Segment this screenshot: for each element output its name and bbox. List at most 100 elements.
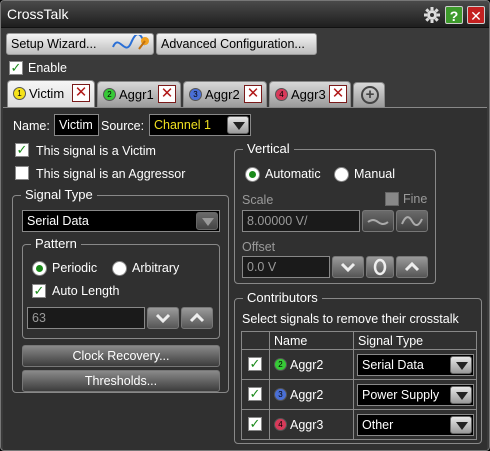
thresholds-label: Thresholds... <box>84 374 158 388</box>
auto-length-checkbox[interactable]: ✓ <box>32 284 46 298</box>
name-label: Name: <box>13 119 50 133</box>
enable-checkbox[interactable]: ✓ <box>9 61 23 75</box>
contributor-name: Aggr2 <box>290 358 324 372</box>
fine-checkbox[interactable] <box>385 192 399 206</box>
advanced-configuration-button[interactable]: Advanced Configuration... <box>156 33 317 55</box>
name-input[interactable]: Victim <box>54 114 99 136</box>
fine-label: Fine <box>403 192 428 206</box>
signal-type-group: Signal Type Serial Data Pattern Periodic… <box>12 187 229 393</box>
contributor-signal-type-select[interactable]: Power Supply <box>357 384 474 406</box>
remove-victim-icon[interactable]: ✕ <box>72 84 90 102</box>
contributor-signal-type-value: Power Supply <box>362 388 440 402</box>
window-title: CrossTalk <box>7 6 69 22</box>
chevron-down-icon <box>340 262 356 273</box>
contributor-name: Aggr3 <box>290 418 324 432</box>
source-label: Source: <box>101 119 145 133</box>
aggr3-marker-icon: 4 <box>275 88 288 101</box>
vertical-title: Vertical <box>243 141 294 156</box>
tab-aggr3[interactable]: 4 Aggr3 ✕ <box>269 81 351 107</box>
contributor-name: Aggr2 <box>290 388 324 402</box>
tab-aggr2-label: Aggr2 <box>205 87 240 102</box>
table-row: ✓ 2 Aggr2 Serial Data <box>241 349 477 380</box>
close-icon[interactable]: ✕ <box>467 6 485 24</box>
signal-type-value: Serial Data <box>27 214 89 228</box>
contributor-checkbox[interactable]: ✓ <box>248 417 262 431</box>
aggr-marker-icon: 2 <box>274 358 287 371</box>
chevron-down-icon <box>450 356 472 374</box>
offset-down-button[interactable] <box>332 256 364 278</box>
aggr-marker-icon: 3 <box>274 388 287 401</box>
victim-marker-icon: 1 <box>13 87 26 100</box>
pattern-length-input[interactable]: 63 <box>27 307 145 329</box>
enable-label: Enable <box>28 61 67 75</box>
offset-input[interactable]: 0.0 V <box>242 256 330 278</box>
clock-recovery-button[interactable]: Clock Recovery... <box>22 345 220 367</box>
signal-type-select[interactable]: Serial Data <box>22 210 220 232</box>
chevron-down-icon <box>196 212 218 230</box>
contributors-instruction: Select signals to remove their crosstalk <box>242 312 459 326</box>
scale-down-button[interactable] <box>362 210 394 232</box>
victim-panel: Name: Victim Source: Channel 1 ✓ This si… <box>3 107 487 450</box>
automatic-radio[interactable] <box>245 167 260 182</box>
scale-label: Scale <box>242 193 274 207</box>
chevron-down-icon <box>450 416 472 434</box>
contributors-group: Contributors Select signals to remove th… <box>234 290 482 444</box>
thresholds-button[interactable]: Thresholds... <box>22 370 220 392</box>
name-column-header: Name <box>269 331 354 350</box>
signal-type-title: Signal Type <box>21 187 97 202</box>
gear-icon[interactable] <box>423 6 441 24</box>
offset-zero-button[interactable] <box>366 256 394 278</box>
clock-recovery-label: Clock Recovery... <box>72 349 170 363</box>
periodic-radio[interactable] <box>32 261 47 276</box>
tab-victim[interactable]: 1 Victim ✕ <box>7 80 95 108</box>
chevron-down-icon <box>155 313 171 324</box>
aggr2-marker-icon: 3 <box>189 88 202 101</box>
remove-aggr1-icon[interactable]: ✕ <box>158 85 176 103</box>
contributor-signal-type-value: Other <box>362 418 394 432</box>
advanced-configuration-label: Advanced Configuration... <box>161 37 305 51</box>
title-bar: CrossTalk ? ✕ <box>1 1 489 28</box>
aggressor-checkbox-label: This signal is an Aggressor <box>36 167 186 181</box>
remove-aggr2-icon[interactable]: ✕ <box>244 85 262 103</box>
wave-small-icon <box>367 219 389 225</box>
help-icon[interactable]: ? <box>445 6 463 24</box>
victim-checkbox-label: This signal is a Victim <box>36 144 156 158</box>
source-value: Channel 1 <box>154 118 211 132</box>
source-select[interactable]: Channel 1 <box>149 114 251 136</box>
scale-up-button[interactable] <box>396 210 428 232</box>
tab-aggr2[interactable]: 3 Aggr2 ✕ <box>183 81 267 107</box>
offset-label: Offset <box>242 240 276 254</box>
vertical-group: Vertical Automatic Manual Scale Fine 8.0… <box>234 141 436 284</box>
tab-victim-label: Victim <box>29 86 65 101</box>
pattern-group: Pattern Periodic Arbitrary ✓ Auto Length… <box>22 236 220 339</box>
aggr1-marker-icon: 2 <box>103 88 116 101</box>
aggr-marker-icon: 4 <box>274 418 287 431</box>
contributor-signal-type-select[interactable]: Serial Data <box>357 354 474 376</box>
select-column-header <box>241 331 270 350</box>
setup-wizard-button[interactable]: Setup Wizard... <box>6 33 154 55</box>
tab-aggr3-label: Aggr3 <box>291 87 326 102</box>
length-down-button[interactable] <box>147 307 179 329</box>
remove-aggr3-icon[interactable]: ✕ <box>329 85 347 103</box>
contributor-signal-type-value: Serial Data <box>362 358 424 372</box>
manual-label: Manual <box>354 167 395 181</box>
contributor-checkbox[interactable]: ✓ <box>248 357 262 371</box>
chevron-down-icon <box>227 116 249 134</box>
auto-length-label: Auto Length <box>52 284 120 298</box>
manual-radio[interactable] <box>334 167 349 182</box>
plus-icon: + <box>361 86 379 104</box>
chevron-up-icon <box>404 261 420 272</box>
scale-input[interactable]: 8.00000 V/ <box>242 210 360 232</box>
length-up-button[interactable] <box>181 307 213 329</box>
table-row: ✓ 4 Aggr3 Other <box>241 409 477 440</box>
tab-aggr1[interactable]: 2 Aggr1 ✕ <box>97 81 181 107</box>
offset-up-button[interactable] <box>396 256 428 278</box>
zero-icon <box>373 258 387 276</box>
contributor-checkbox[interactable]: ✓ <box>248 387 262 401</box>
arbitrary-radio[interactable] <box>112 261 127 276</box>
add-tab-button[interactable]: + <box>353 82 385 107</box>
victim-checkbox[interactable]: ✓ <box>15 143 29 157</box>
periodic-label: Periodic <box>52 261 98 275</box>
aggressor-checkbox[interactable] <box>15 166 29 180</box>
contributor-signal-type-select[interactable]: Other <box>357 414 474 436</box>
